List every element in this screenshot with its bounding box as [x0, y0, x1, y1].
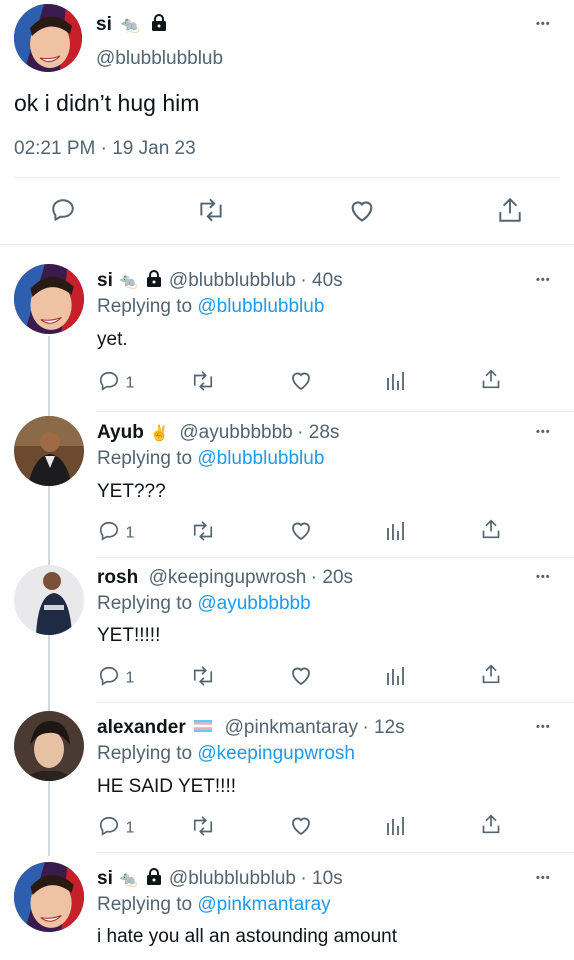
- trans-flag-icon: [194, 719, 213, 737]
- replying-to-label: Replying to: [97, 894, 198, 915]
- more-options-icon[interactable]: •••: [536, 274, 551, 286]
- more-options-icon[interactable]: •••: [536, 571, 551, 583]
- handle[interactable]: @keepingupwrosh: [149, 567, 307, 588]
- lock-icon: [146, 868, 162, 891]
- timestamp[interactable]: · 40s: [300, 270, 342, 291]
- mention-link[interactable]: @ayubbbbbb: [197, 593, 310, 614]
- avatar[interactable]: [14, 264, 84, 334]
- mention-link[interactable]: @blubblubblub: [197, 296, 324, 317]
- reply-button[interactable]: 1: [97, 520, 134, 547]
- like-icon[interactable]: [289, 814, 313, 841]
- timestamp[interactable]: · 28s: [297, 422, 339, 443]
- display-name[interactable]: alexander: [97, 717, 186, 738]
- analytics-icon[interactable]: [386, 370, 406, 397]
- handle[interactable]: @blubblubblub: [96, 48, 223, 70]
- share-icon[interactable]: [481, 663, 501, 690]
- retweet-icon[interactable]: [190, 370, 216, 397]
- replying-to-label: Replying to: [97, 593, 198, 614]
- handle[interactable]: @ayubbbbbb: [179, 422, 292, 443]
- divider: [96, 557, 574, 558]
- timestamp[interactable]: · 20s: [311, 567, 353, 588]
- divider: [14, 177, 560, 178]
- display-name[interactable]: si: [97, 270, 113, 291]
- rat-emoji-icon: 🐀: [119, 273, 138, 290]
- share-icon[interactable]: [481, 813, 501, 840]
- more-options-icon[interactable]: •••: [536, 721, 551, 733]
- handle[interactable]: @pinkmantaray: [225, 717, 358, 738]
- tweet-timestamp[interactable]: 02:21 PM · 19 Jan 23: [14, 138, 196, 160]
- avatar[interactable]: [14, 4, 82, 72]
- avatar[interactable]: [14, 416, 84, 486]
- reply-count: 1: [125, 819, 135, 837]
- divider: [96, 411, 574, 412]
- analytics-icon[interactable]: [386, 520, 406, 547]
- retweet-icon[interactable]: [196, 197, 226, 228]
- display-name[interactable]: rosh: [97, 567, 138, 588]
- retweet-icon[interactable]: [190, 665, 216, 692]
- share-icon[interactable]: [497, 196, 523, 229]
- tweet-text: YET!!!!!: [97, 625, 161, 646]
- handle[interactable]: @blubblubblub: [169, 868, 296, 889]
- mention-link[interactable]: @blubblubblub: [197, 448, 324, 469]
- handle[interactable]: @blubblubblub: [169, 270, 296, 291]
- rat-emoji-icon: 🐀: [120, 17, 141, 34]
- mention-link[interactable]: @keepingupwrosh: [197, 743, 355, 764]
- retweet-icon[interactable]: [190, 815, 216, 842]
- reply-count: 1: [125, 669, 135, 687]
- display-name[interactable]: si: [96, 14, 112, 35]
- display-name[interactable]: Ayub: [97, 422, 144, 443]
- analytics-icon[interactable]: [386, 815, 406, 842]
- reply-button[interactable]: 1: [97, 370, 134, 397]
- display-name[interactable]: si: [97, 868, 113, 889]
- replying-to-label: Replying to: [97, 743, 198, 764]
- more-options-icon[interactable]: •••: [536, 872, 551, 884]
- more-options-icon[interactable]: •••: [536, 18, 551, 30]
- reply-icon: [97, 520, 121, 547]
- avatar[interactable]: [14, 565, 84, 635]
- reply-icon: [97, 665, 121, 692]
- lock-icon: [151, 14, 167, 37]
- retweet-icon[interactable]: [190, 520, 216, 547]
- divider: [96, 852, 574, 853]
- tweet-text: YET???: [97, 481, 166, 502]
- like-icon[interactable]: [289, 369, 313, 396]
- timestamp[interactable]: · 10s: [300, 868, 342, 889]
- reply-button[interactable]: 1: [97, 815, 134, 842]
- victory-hand-emoji-icon: ✌️: [150, 425, 169, 442]
- like-icon[interactable]: [348, 197, 376, 228]
- reply-count: 1: [125, 374, 135, 392]
- analytics-icon[interactable]: [386, 665, 406, 692]
- reply-button[interactable]: 1: [97, 665, 134, 692]
- divider: [0, 244, 574, 245]
- avatar[interactable]: [14, 862, 84, 932]
- reply-count: 1: [125, 524, 135, 542]
- rat-emoji-icon: 🐀: [119, 871, 138, 888]
- more-options-icon[interactable]: •••: [536, 426, 551, 438]
- mention-link[interactable]: @pinkmantaray: [197, 894, 330, 915]
- reply-icon: [97, 370, 121, 397]
- tweet-text: ok i didn’t hug him: [14, 90, 200, 116]
- tweet-text: i hate you all an astounding amount: [97, 926, 397, 947]
- share-icon[interactable]: [481, 518, 501, 545]
- reply-icon[interactable]: [50, 197, 76, 228]
- tweet-text: HE SAID YET!!!!: [97, 776, 237, 797]
- lock-icon: [146, 270, 162, 293]
- reply-icon: [97, 815, 121, 842]
- like-icon[interactable]: [289, 664, 313, 691]
- like-icon[interactable]: [289, 519, 313, 546]
- divider: [96, 702, 574, 703]
- timestamp[interactable]: · 12s: [362, 717, 404, 738]
- replying-to-label: Replying to: [97, 296, 198, 317]
- replying-to-label: Replying to: [97, 448, 198, 469]
- tweet-text: yet.: [97, 329, 128, 350]
- avatar[interactable]: [14, 711, 84, 781]
- share-icon[interactable]: [481, 368, 501, 395]
